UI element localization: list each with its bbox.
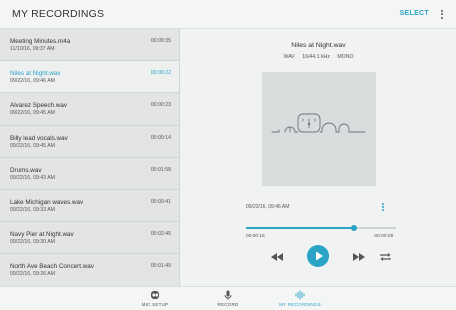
recording-date: 09/22/16, 09:26 AM	[10, 271, 55, 278]
more-vert-icon[interactable]	[437, 8, 447, 21]
recording-name: Alvarez Speech.wav	[10, 102, 68, 110]
tab-label: RECORD	[217, 302, 239, 307]
recording-name: Navy Pier at Night.wav	[10, 231, 74, 239]
tab-label: MIC SETUP	[141, 302, 169, 307]
tab-my-recordings[interactable]: MY RECORDINGS	[265, 290, 335, 307]
tab-label: MY RECORDINGS	[279, 302, 321, 307]
fast-forward-icon[interactable]	[351, 250, 367, 262]
list-item[interactable]: Billy lead vocals.wav 09/22/16, 09:45 AM…	[0, 125, 179, 158]
list-item[interactable]: Drums.wav 09/22/16, 09:43 AM 00:01:58	[0, 157, 179, 190]
list-item[interactable]: Lake Michigan waves.wav 09/22/16, 09:33 …	[0, 189, 179, 223]
recording-date: 09/22/16, 09:33 AM	[10, 206, 55, 213]
recording-date: 09/22/16, 09:43 AM	[10, 174, 55, 181]
list-item[interactable]: Navy Pier at Night.wav 09/22/16, 09:30 A…	[0, 222, 179, 255]
sample-rate: 16/44.1 kHz	[302, 54, 330, 60]
file-metadata: WAV 16/44.1 kHz MONO	[181, 54, 456, 60]
list-item[interactable]: Niles at Night.wav 09/22/16, 09:46 AM 00…	[0, 61, 179, 94]
player-panel: Niles at Night.wav WAV 16/44.1 kHz MONO …	[181, 29, 456, 286]
recording-date: 09/22/16, 09:46 AM	[10, 78, 55, 85]
recording-name: North Ave Beach Concert.wav	[10, 263, 94, 271]
recording-duration: 00:00:14	[150, 134, 171, 141]
recording-duration: 00:00:23	[150, 102, 171, 109]
elapsed-time: 00:00:16	[246, 234, 265, 239]
recording-date: 11/10/16, 09:37 AM	[10, 46, 55, 52]
bottom-nav: MIC SETUP RECORD MY RECORDINGS	[0, 286, 456, 310]
loop-icon[interactable]	[379, 250, 392, 262]
recording-name: Drums.wav	[10, 166, 42, 174]
remaining-time: -00:00:06	[373, 234, 394, 239]
recorded-date: 09/22/16, 09:46 AM	[246, 204, 290, 210]
mic-setup-icon	[151, 291, 159, 299]
file-format: WAV	[283, 54, 295, 60]
tab-record[interactable]: RECORD	[193, 290, 263, 307]
recording-date: 09/22/16, 09:45 AM	[10, 110, 55, 117]
recording-name: Billy lead vocals.wav	[10, 134, 68, 142]
seek-bar[interactable]	[246, 225, 396, 231]
recording-duration: 00:09:35	[150, 38, 171, 44]
app-bar: MY RECORDINGS SELECT	[0, 0, 456, 29]
recording-duration: 00:00:41	[150, 198, 171, 205]
more-vert-icon[interactable]	[380, 202, 386, 214]
list-item[interactable]: Meeting Minutes.m4a 11/10/16, 09:37 AM 0…	[0, 29, 179, 62]
recording-duration: 00:01:49	[150, 263, 171, 270]
microphone-icon	[224, 290, 232, 300]
seek-thumb[interactable]	[351, 225, 357, 231]
seek-bar-fill	[246, 227, 354, 229]
recording-name: Lake Michigan waves.wav	[10, 198, 84, 206]
page-title: MY RECORDINGS	[12, 8, 105, 20]
recordings-list[interactable]: Meeting Minutes.m4a 11/10/16, 09:37 AM 0…	[0, 29, 180, 286]
waveform-icon	[295, 290, 305, 300]
list-item[interactable]: Alvarez Speech.wav 09/22/16, 09:45 AM 00…	[0, 93, 179, 126]
recording-name: Meeting Minutes.m4a	[10, 38, 71, 45]
tab-mic-setup[interactable]: MIC SETUP	[120, 290, 190, 307]
play-icon	[316, 251, 323, 261]
recording-name: Niles at Night.wav	[10, 70, 61, 78]
recording-duration: 00:01:58	[150, 166, 171, 173]
select-button[interactable]: SELECT	[400, 10, 429, 17]
recording-duration: 00:00:22	[150, 70, 171, 77]
channels: MONO	[337, 54, 354, 60]
player-file-title: Niles at Night.wav	[291, 42, 346, 49]
play-button[interactable]	[307, 245, 329, 267]
recording-duration: 00:02:45	[150, 231, 171, 238]
recording-date: 09/22/16, 09:45 AM	[10, 142, 55, 149]
recording-date: 09/22/16, 09:30 AM	[10, 239, 55, 246]
artwork	[262, 72, 376, 186]
list-item[interactable]: North Ave Beach Concert.wav 09/22/16, 09…	[0, 254, 179, 286]
rewind-icon[interactable]	[269, 250, 285, 262]
microphone-gear-illustration	[271, 113, 366, 133]
